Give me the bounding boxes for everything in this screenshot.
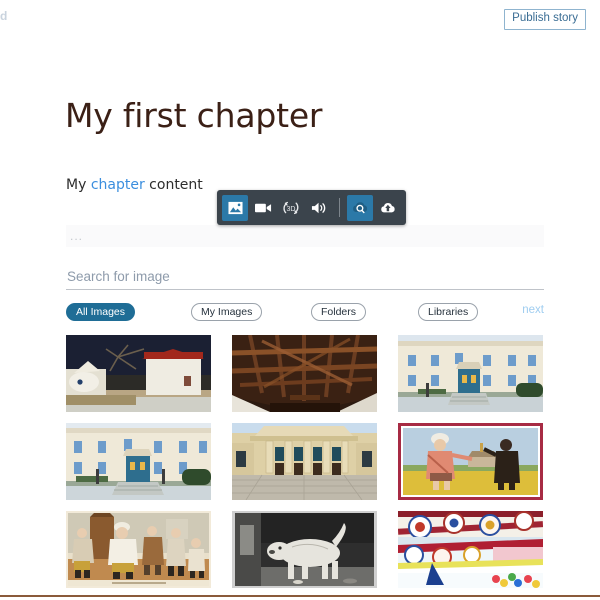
image-result-thumbnail[interactable] <box>66 335 211 412</box>
body-prefix: My <box>66 177 91 193</box>
image-result-thumbnail[interactable] <box>232 335 377 412</box>
audio-icon-button[interactable] <box>306 195 332 221</box>
image-result-thumbnail[interactable] <box>66 423 211 500</box>
body-inline-link[interactable]: chapter <box>91 177 145 193</box>
search-input[interactable] <box>66 269 544 290</box>
filter-pill-row: All Images My Images Folders Libraries n… <box>66 303 544 323</box>
image-result-thumbnail[interactable] <box>398 511 543 588</box>
cloud-search-icon <box>351 200 369 215</box>
image-result-thumbnail[interactable] <box>232 511 377 588</box>
toolbar-divider <box>339 198 340 217</box>
filter-pill-my-images[interactable]: My Images <box>191 303 263 321</box>
search-row <box>66 268 544 294</box>
filter-pill-folders[interactable]: Folders <box>311 303 367 321</box>
image-result-thumbnail[interactable] <box>398 335 543 412</box>
chapter-body-text[interactable]: My chapter content <box>66 177 203 193</box>
media-insert-toolbar: 3D <box>217 190 406 225</box>
three-d-icon: 3D <box>282 200 300 216</box>
body-suffix: content <box>144 177 203 193</box>
filter-pill-libraries[interactable]: Libraries <box>418 303 479 321</box>
image-icon <box>227 201 243 215</box>
image-icon-button[interactable] <box>222 194 248 221</box>
corner-text-fragment: d <box>0 9 8 23</box>
editor-page: d Publish story My first chapter My chap… <box>0 0 600 600</box>
image-result-thumbnail[interactable] <box>398 423 543 500</box>
svg-text:3D: 3D <box>287 206 296 213</box>
bottom-rule <box>0 595 600 597</box>
image-result-thumbnail[interactable] <box>66 511 211 588</box>
audio-icon <box>311 201 328 215</box>
video-icon <box>254 202 272 214</box>
cloud-upload-icon <box>379 201 397 215</box>
media-picker-panel: ... All Images My Images Folders Librari… <box>66 225 544 588</box>
publish-story-button[interactable]: Publish story <box>504 9 586 30</box>
video-icon-button[interactable] <box>250 195 276 221</box>
next-page-link[interactable]: next <box>522 304 544 316</box>
picker-overflow-row[interactable]: ... <box>66 225 544 247</box>
image-result-thumbnail[interactable] <box>232 423 377 500</box>
chapter-title[interactable]: My first chapter <box>65 96 323 135</box>
three-d-icon-button[interactable]: 3D <box>278 195 304 221</box>
filter-pill-all-images[interactable]: All Images <box>66 303 136 321</box>
cloud-upload-icon-button[interactable] <box>375 195 401 221</box>
top-bar: d Publish story <box>0 0 600 34</box>
cloud-search-icon-button[interactable] <box>347 194 373 221</box>
image-results-grid <box>66 335 544 588</box>
overflow-dots-label: ... <box>70 229 84 243</box>
